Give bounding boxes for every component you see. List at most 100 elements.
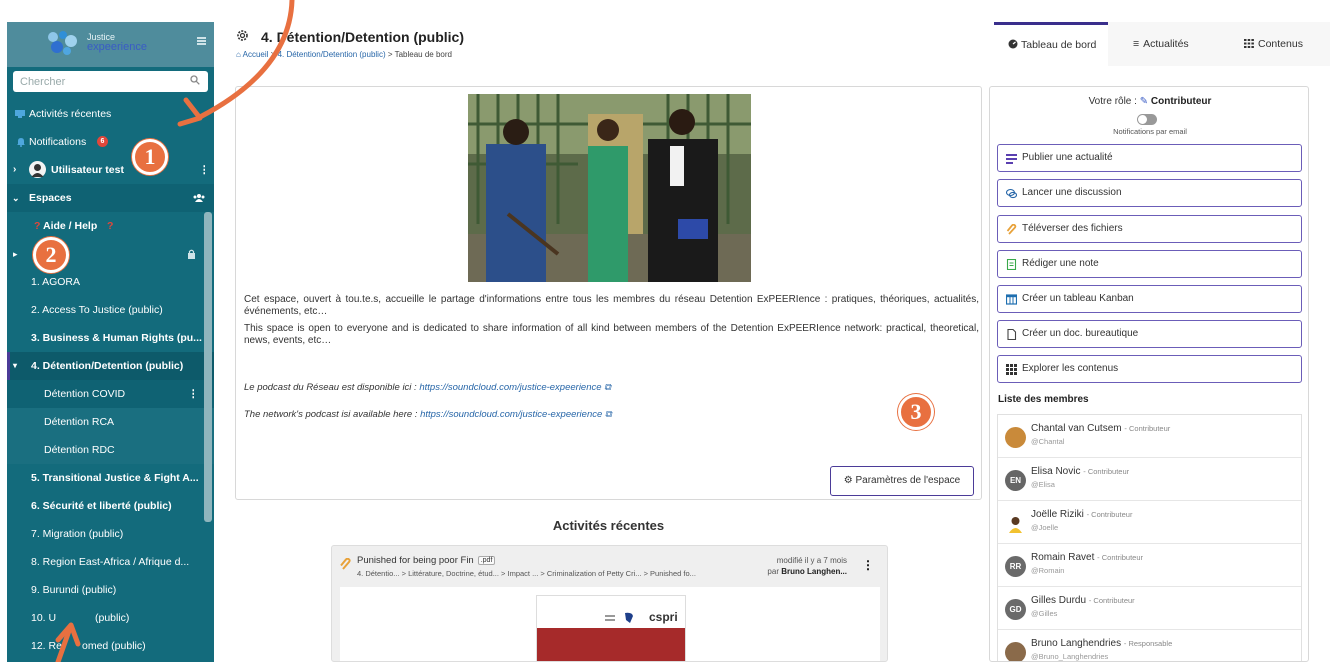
space-cover-photo xyxy=(468,94,751,282)
email-notification-toggle[interactable] xyxy=(1137,114,1157,125)
sidebar-item-space-5[interactable]: 5. Transitional Justice & Fight A... xyxy=(7,464,214,492)
sidebar-item-detention-rdc[interactable]: Détention RDC xyxy=(7,436,214,464)
sidebar-item-notifications[interactable]: Notifications 6 xyxy=(7,128,214,156)
sidebar-item-detention-covid[interactable]: Détention COVID ⋮ xyxy=(7,380,214,408)
sidebar-item-space-7[interactable]: 7. Migration (public) xyxy=(7,520,214,548)
map-logo-icon xyxy=(605,612,633,623)
file-title[interactable]: Punished for being poor Fin .pdf xyxy=(357,555,496,566)
space-settings-label: Paramètres de l'espace xyxy=(855,475,961,486)
tab-dashboard-label: Tableau de bord xyxy=(1021,39,1097,51)
spaces-label: Espaces xyxy=(29,192,72,204)
sidebar: Justice expeerience Activités récentes N… xyxy=(7,22,214,662)
breadcrumb-space[interactable]: 4. Détention/Detention (public) xyxy=(278,50,386,59)
member-row[interactable]: RR Romain Ravet - Contributeur @Romain xyxy=(998,544,1301,587)
activity-card[interactable]: Punished for being poor Fin .pdf 4. Déten… xyxy=(331,545,888,662)
member-row[interactable]: Bruno Langhendries - Responsable @Bruno_… xyxy=(998,630,1301,661)
space-label: 10. U xyxy=(31,612,57,624)
kebab-menu-icon[interactable]: ⋮ xyxy=(199,156,210,184)
action-label: Créer un doc. bureautique xyxy=(1022,328,1139,339)
role-value: Contributeur xyxy=(1150,96,1212,107)
author-name[interactable]: Bruno Langhen... xyxy=(781,567,847,576)
subspace-label: Détention RCA xyxy=(44,416,115,428)
subspace-label: Détention RDC xyxy=(44,444,115,456)
sidebar-item-space-10[interactable]: 10. U (public) xyxy=(7,604,214,632)
action-label: Créer un tableau Kanban xyxy=(1022,293,1134,304)
sidebar-item-space-12[interactable]: 12. Re omed (public) xyxy=(7,632,214,660)
create-office-doc-button[interactable]: Créer un doc. bureautique xyxy=(997,320,1302,348)
avatar xyxy=(29,161,46,178)
sidebar-item-user[interactable]: › Utilisateur test ⋮ xyxy=(7,156,214,184)
grid-icon xyxy=(1244,39,1254,48)
podcast-link-fr[interactable]: https://soundcloud.com/justice-expeerien… xyxy=(419,382,601,393)
sidebar-item-space-8[interactable]: 8. Region East-Africa / Afrique d... xyxy=(7,548,214,576)
sidebar-item-space-2[interactable]: 2. Access To Justice (public) xyxy=(7,296,214,324)
paperclip-icon xyxy=(1006,224,1017,235)
document-preview[interactable]: cspri xyxy=(340,587,880,661)
kebab-menu-icon[interactable]: ⋮ xyxy=(188,380,199,408)
external-link-icon[interactable]: ⧉ xyxy=(604,382,611,393)
menu-icon[interactable] xyxy=(197,37,206,45)
document-icon xyxy=(1007,329,1017,340)
sidebar-item-space-6[interactable]: 6. Sécurité et liberté (public) xyxy=(7,492,214,520)
kebab-menu-icon[interactable]: ⋮ xyxy=(862,559,874,572)
explore-contents-button[interactable]: Explorer les contenus xyxy=(997,355,1302,383)
tab-contents[interactable]: Contenus xyxy=(1244,22,1303,66)
search-box xyxy=(13,71,208,92)
chevron-down-icon: ⌄ xyxy=(12,193,20,203)
podcast-link-en[interactable]: https://soundcloud.com/justice-expeerien… xyxy=(420,409,602,420)
role-prefix: Votre rôle : xyxy=(1088,96,1137,107)
sidebar-item-detention-rca[interactable]: Détention RCA xyxy=(7,408,214,436)
sidebar-item-space-3[interactable]: 3. Business & Human Rights (pu... xyxy=(7,324,214,352)
start-discussion-button[interactable]: Lancer une discussion xyxy=(997,179,1302,207)
publish-news-button[interactable]: Publier une actualité xyxy=(997,144,1302,172)
pencil-icon: ✎ xyxy=(1139,96,1149,107)
file-meta: modifié il y a 7 mois par Bruno Langhen.… xyxy=(767,555,847,577)
avatar xyxy=(1005,642,1026,661)
breadcrumb: ⌂ Accueil > 4. Détention/Detention (publ… xyxy=(236,50,452,59)
member-name: Elisa Novic xyxy=(1031,466,1081,477)
sidebar-item-spaces[interactable]: ⌄ Espaces xyxy=(7,184,214,212)
recent-activities-heading: Activités récentes xyxy=(552,518,665,533)
member-row[interactable]: EN Elisa Novic - Contributeur @Elisa xyxy=(998,458,1301,501)
kanban-icon xyxy=(1006,294,1017,305)
action-label: Publier une actualité xyxy=(1022,152,1113,163)
document-cover-band xyxy=(537,628,685,661)
sidebar-item-space-9[interactable]: 9. Burundi (public) xyxy=(7,576,214,604)
member-row[interactable]: GD Gilles Durdu - Contributeur @Gilles xyxy=(998,587,1301,630)
user-label: Utilisateur test xyxy=(51,164,124,176)
search-icon[interactable] xyxy=(190,75,200,85)
sidebar-item-space-4[interactable]: ▾ 4. Détention/Detention (public) xyxy=(7,352,214,380)
tab-dashboard[interactable]: Tableau de bord xyxy=(994,22,1108,66)
avatar xyxy=(1005,427,1026,448)
upload-files-button[interactable]: Téléverser des fichiers xyxy=(997,215,1302,243)
logo-text: Justice expeerience xyxy=(87,32,147,53)
recent-activities-label: Activités récentes xyxy=(29,108,112,120)
space-settings-button[interactable]: ⚙ Paramètres de l'espace xyxy=(830,466,974,496)
space-label: 8. Region East-Africa / Afrique d... xyxy=(31,556,190,568)
grid-icon xyxy=(1006,364,1017,375)
external-link-icon[interactable]: ⧉ xyxy=(605,409,612,420)
subspace-label: Détention COVID xyxy=(44,388,126,400)
sidebar-scrollbar[interactable] xyxy=(204,212,212,522)
search-input[interactable] xyxy=(13,71,178,92)
member-role: Contributeur xyxy=(1093,596,1135,605)
breadcrumb-home[interactable]: Accueil xyxy=(243,50,269,59)
paperclip-icon xyxy=(340,558,351,570)
write-note-button[interactable]: Rédiger une note xyxy=(997,250,1302,278)
member-handle: @Gilles xyxy=(1031,609,1058,618)
member-role: Contributeur xyxy=(1087,467,1130,476)
member-row[interactable]: Joëlle Riziki - Contributeur @Joelle xyxy=(998,501,1301,544)
note-icon xyxy=(1006,259,1017,270)
space-description-fr: Cet espace, ouvert à tou.te.s, accueille… xyxy=(244,294,979,317)
member-row[interactable]: Chantal van Cutsem - Contributeur @Chant… xyxy=(998,415,1301,458)
sidebar-item-recent-activities[interactable]: Activités récentes xyxy=(7,100,214,128)
tab-news[interactable]: ≡ Actualités xyxy=(1133,22,1189,66)
sidebar-item-space-1[interactable]: 1. AGORA xyxy=(7,268,214,296)
gear-icon xyxy=(237,30,248,41)
sidebar-item-help[interactable]: ? Aide / Help ? xyxy=(7,212,214,240)
logo-icon xyxy=(48,31,77,55)
create-kanban-button[interactable]: Créer un tableau Kanban xyxy=(997,285,1302,313)
space-label: 2. Access To Justice (public) xyxy=(31,304,163,316)
member-handle: @Bruno_Langhendries xyxy=(1031,652,1109,661)
avatar xyxy=(1005,513,1026,534)
